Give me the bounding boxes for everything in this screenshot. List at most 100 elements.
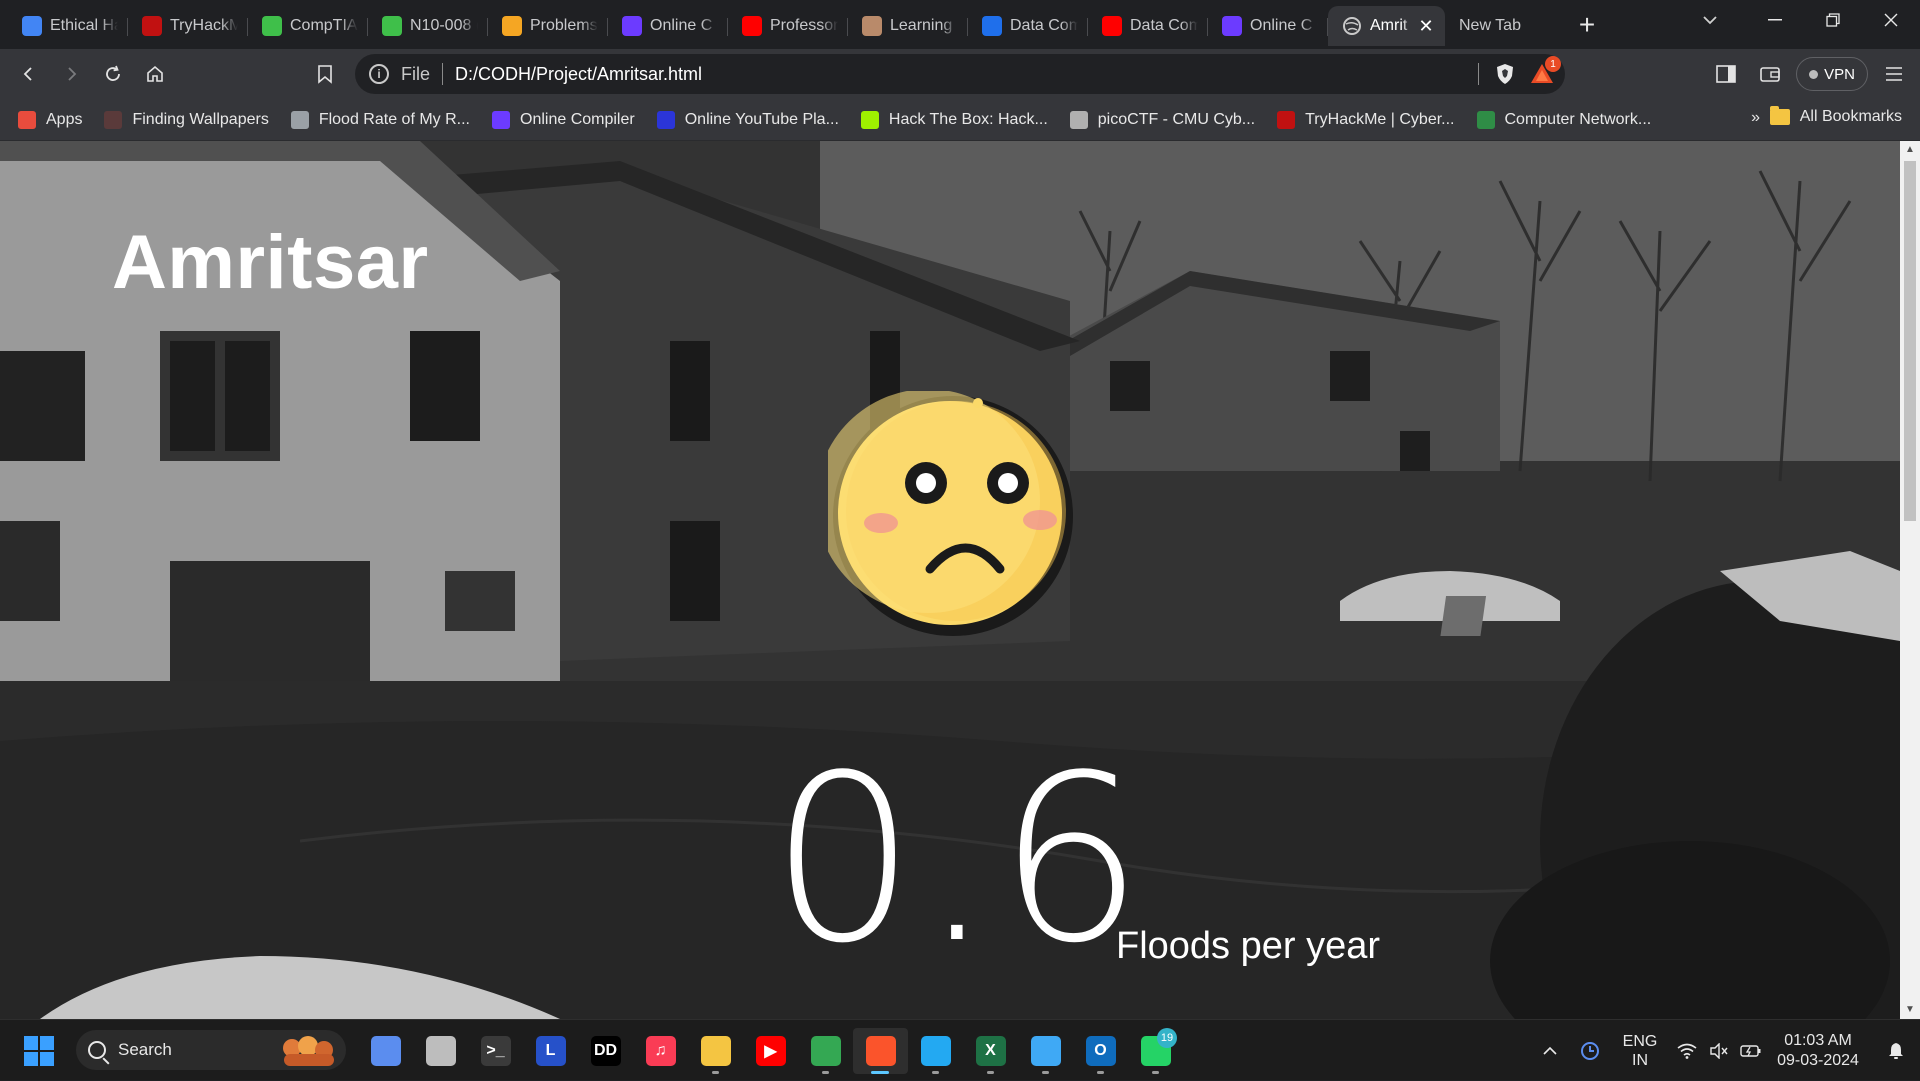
show-hidden-icons-icon[interactable] <box>1530 1046 1570 1056</box>
tryhackme-icon <box>142 15 162 36</box>
start-button[interactable] <box>24 1036 54 1066</box>
taskbar-app-file-explorer[interactable] <box>688 1028 743 1074</box>
taskbar-app-chrome[interactable] <box>798 1028 853 1074</box>
taskbar-app-l-app[interactable]: L <box>523 1028 578 1074</box>
taskbar-app-notepad[interactable] <box>1018 1028 1073 1074</box>
site-info-icon[interactable]: i <box>369 64 389 84</box>
system-tray: ENG IN 01:03 AM 09-03-2024 <box>1530 1020 1920 1081</box>
running-indicator <box>822 1071 829 1074</box>
tab[interactable]: Professor <box>728 6 848 46</box>
clock-app-icon[interactable] <box>1570 1041 1610 1061</box>
sad-face-icon <box>828 391 1073 636</box>
vscode-icon <box>920 1036 951 1066</box>
bookmarks-overflow-button[interactable]: » <box>1751 109 1760 127</box>
taskbar-app-youtube[interactable]: ▶ <box>743 1028 798 1074</box>
minimize-icon[interactable] <box>1746 0 1804 40</box>
close-window-icon[interactable] <box>1862 0 1920 40</box>
sidebar-toggle-icon[interactable] <box>1708 54 1744 94</box>
bookmark-page-icon[interactable] <box>304 53 346 95</box>
wallet-icon[interactable] <box>1752 54 1788 94</box>
globe-icon <box>290 110 309 129</box>
tab[interactable]: Online C C <box>608 6 728 46</box>
bookmark-item[interactable]: Flood Rate of My R... <box>290 110 470 129</box>
windows-logo-pane <box>24 1052 38 1066</box>
brave-icon <box>865 1036 896 1066</box>
bookmark-item[interactable]: Apps <box>18 110 82 129</box>
forward-button[interactable] <box>50 53 92 95</box>
page-title: Amritsar <box>112 220 429 305</box>
bookmark-label: Finding Wallpapers <box>132 110 269 128</box>
wifi-icon[interactable] <box>1670 1043 1704 1059</box>
youtube-icon <box>1102 15 1122 36</box>
tab[interactable]: Learning | <box>848 6 968 46</box>
scrollbar-thumb[interactable] <box>1904 161 1916 521</box>
taskbar-search[interactable]: Search <box>76 1030 346 1070</box>
excel-icon: X <box>975 1036 1006 1066</box>
running-indicator <box>1097 1071 1104 1074</box>
bookmark-item[interactable]: Online YouTube Pla... <box>656 110 839 129</box>
tab-title: Professor <box>770 16 838 34</box>
running-indicator <box>871 1071 889 1074</box>
taskbar-app-dolby[interactable]: DD <box>578 1028 633 1074</box>
tab-active[interactable]: Amrit ✕ <box>1328 5 1445 46</box>
taskbar-app-copilot[interactable] <box>358 1028 413 1074</box>
scroll-up-icon[interactable]: ▲ <box>1900 141 1920 159</box>
taskbar-app-excel[interactable]: X <box>963 1028 1018 1074</box>
restore-icon[interactable] <box>1804 0 1862 40</box>
bookmark-item[interactable]: TryHackMe | Cyber... <box>1277 110 1455 129</box>
taskbar-app-brave[interactable] <box>853 1028 908 1074</box>
flood-rate-value: 0.6 <box>770 727 1148 994</box>
vpn-button[interactable]: VPN <box>1796 57 1868 91</box>
taskbar-apps: >_ L DD ♫ ▶ X O 19 <box>358 1028 1183 1074</box>
bookmark-item[interactable]: Online Compiler <box>492 110 635 129</box>
tab[interactable]: N10-008 ( <box>368 6 488 46</box>
menu-icon[interactable] <box>1876 54 1912 94</box>
tab[interactable]: TryHackM <box>128 6 248 46</box>
tab[interactable]: Problems <box>488 6 608 46</box>
taskbar-app-outlook[interactable]: O <box>1073 1028 1128 1074</box>
programiz-icon <box>492 110 510 129</box>
vpn-label: VPN <box>1824 65 1855 83</box>
bookmark-label: picoCTF - CMU Cyb... <box>1097 110 1256 128</box>
clock[interactable]: 01:03 AM 09-03-2024 <box>1768 1031 1868 1071</box>
tab-search-chevron-icon[interactable] <box>1690 6 1730 34</box>
new-tab-button[interactable]: + <box>1569 7 1605 43</box>
scroll-down-icon[interactable]: ▼ <box>1900 1001 1920 1019</box>
battery-icon[interactable] <box>1734 1044 1768 1058</box>
bookmark-item[interactable]: Finding Wallpapers <box>104 110 269 129</box>
reload-button[interactable] <box>92 53 134 95</box>
taskbar-app-terminal[interactable]: >_ <box>468 1028 523 1074</box>
tab[interactable]: Data Com <box>968 6 1088 46</box>
tab[interactable]: Data Com <box>1088 6 1208 46</box>
wallpaper-icon <box>104 110 123 129</box>
avatar-icon <box>862 15 882 36</box>
taskbar-app-task-view[interactable] <box>413 1028 468 1074</box>
language-indicator[interactable]: ENG IN <box>1610 1032 1670 1070</box>
close-tab-icon[interactable]: ✕ <box>1417 17 1435 35</box>
bookmark-item[interactable]: picoCTF - CMU Cyb... <box>1069 110 1256 129</box>
home-button[interactable] <box>134 53 176 95</box>
bookmark-item[interactable]: Hack The Box: Hack... <box>860 110 1048 129</box>
url-text[interactable]: D:/CODH/Project/Amritsar.html <box>455 64 702 85</box>
page-scrollbar[interactable]: ▲ ▼ <box>1900 141 1920 1019</box>
brave-rewards-icon[interactable]: 1 <box>1529 56 1561 87</box>
rewards-badge: 1 <box>1545 56 1561 72</box>
notification-bell-icon[interactable] <box>1878 1042 1914 1060</box>
search-highlight-icon <box>283 1036 334 1066</box>
tab-new-tab[interactable]: New Tab <box>1445 6 1563 46</box>
address-bar[interactable]: i File D:/CODH/Project/Amritsar.html 1 <box>355 54 1565 94</box>
bookmark-item[interactable]: Computer Network... <box>1476 110 1651 129</box>
tab[interactable]: CompTIA <box>248 6 368 46</box>
tab[interactable]: Ethical Ha <box>8 6 128 46</box>
taskbar-app-whatsapp[interactable]: 19 <box>1128 1028 1183 1074</box>
gfg-icon <box>1476 110 1495 129</box>
volume-muted-icon[interactable] <box>1704 1042 1734 1059</box>
taskbar-app-music[interactable]: ♫ <box>633 1028 688 1074</box>
all-bookmarks-button[interactable]: All Bookmarks <box>1769 106 1902 126</box>
tab[interactable]: Online C C <box>1208 6 1328 46</box>
taskbar-app-vscode[interactable] <box>908 1028 963 1074</box>
l-app-icon: L <box>535 1036 566 1066</box>
back-button[interactable] <box>8 53 50 95</box>
clock-date: 09-03-2024 <box>1777 1051 1859 1069</box>
brave-shields-icon[interactable] <box>1493 62 1517 86</box>
